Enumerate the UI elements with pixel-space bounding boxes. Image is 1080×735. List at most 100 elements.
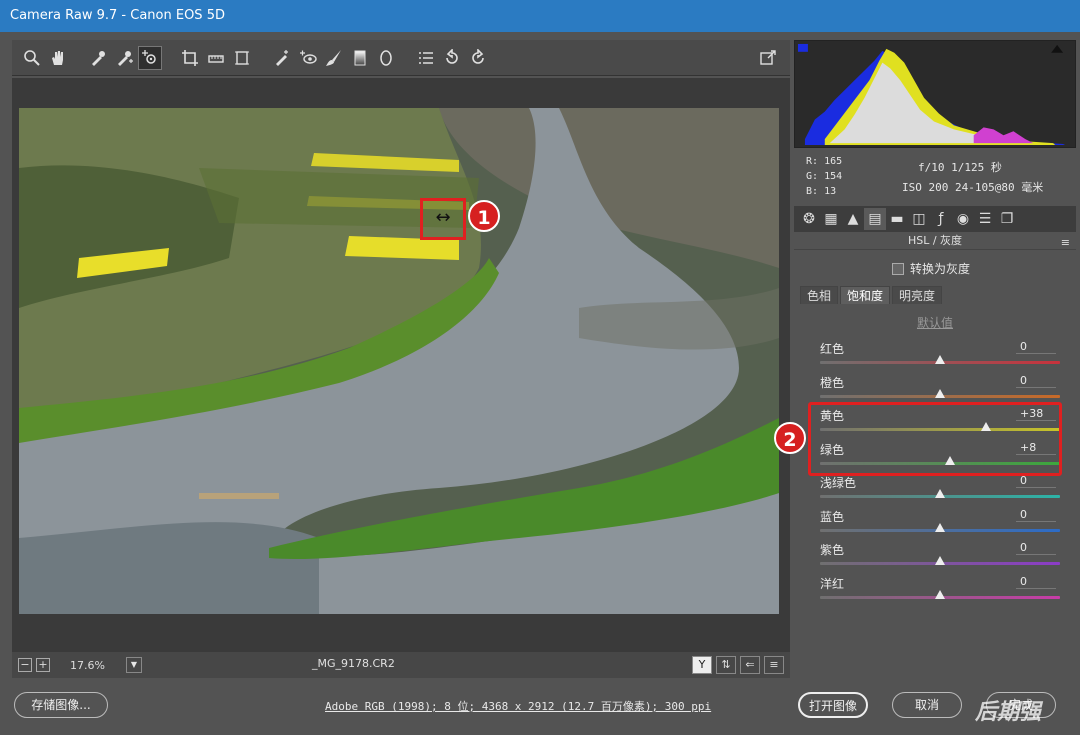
callout-2: 2 [774, 422, 806, 454]
copy-settings-icon[interactable]: ⇐ [740, 656, 760, 674]
slider-label: 蓝色 [820, 509, 845, 524]
slider-thumb[interactable] [935, 355, 945, 364]
slider-label: 紫色 [820, 543, 845, 557]
before-after-icon[interactable]: Y [692, 656, 712, 674]
tone-curve-tab-icon[interactable]: ▦ [820, 208, 842, 230]
preferences-list-icon[interactable] [414, 46, 438, 70]
dialog-footer: 存储图像... Adobe RGB (1998); 8 位; 4368 x 29… [0, 680, 1080, 735]
panel-tabs: ❂ ▦ ▲ ▤ ▬ ◫ ƒ ◉ ☰ ❐ [794, 206, 1076, 232]
slider-value-field[interactable]: 0 [1016, 575, 1056, 589]
zoom-in-button[interactable]: + [36, 658, 50, 672]
rotate-right-icon[interactable] [466, 46, 490, 70]
red-eye-removal-icon[interactable] [296, 46, 320, 70]
panel-title: HSL / 灰度 ≡ [794, 232, 1076, 250]
slider-row: 紫色 0 [820, 541, 1060, 575]
white-balance-tool-icon[interactable] [86, 46, 110, 70]
callout-1: 1 [468, 200, 500, 232]
adjustments-panel: R: 165 G: 154 B: 13 f/10 1/125 秒 ISO 200… [774, 40, 1078, 680]
tab-luminance[interactable]: 明亮度 [892, 286, 943, 304]
zoom-level: 17.6% [70, 658, 105, 672]
highlight-box-yellow-green [808, 402, 1062, 476]
split-toning-tab-icon[interactable]: ▬ [886, 208, 908, 230]
workflow-options-link[interactable]: Adobe RGB (1998); 8 位; 4368 x 2912 (12.7… [325, 698, 711, 714]
hsl-tab-icon[interactable]: ▤ [864, 208, 886, 230]
transform-tool-icon[interactable] [230, 46, 254, 70]
panel-title-text: HSL / 灰度 [907, 234, 963, 247]
histogram [794, 40, 1076, 148]
crop-tool-icon[interactable] [178, 46, 202, 70]
horizontal-resize-cursor-icon: ↔ [435, 207, 451, 228]
slider-label: 洋红 [820, 576, 845, 591]
panel-menu-icon[interactable]: ≡ [1061, 234, 1070, 252]
open-image-button[interactable]: 打开图像 [798, 692, 868, 718]
toggle-defaults-icon[interactable]: ≡ [764, 656, 784, 674]
targeted-adjustment-tool-icon[interactable] [138, 45, 162, 70]
snapshots-tab-icon[interactable]: ❐ [996, 208, 1018, 230]
slider-thumb[interactable] [935, 489, 945, 498]
convert-grayscale-row[interactable]: 转换为灰度 [892, 260, 970, 277]
toggle-fullscreen-icon[interactable] [756, 46, 780, 70]
slider-value-field[interactable]: 0 [1016, 374, 1056, 388]
color-sampler-icon[interactable] [112, 46, 136, 70]
iso-lens-info: ISO 200 24-105@80 毫米 [902, 181, 1044, 194]
rotate-left-icon[interactable] [440, 46, 464, 70]
default-link[interactable]: 默认值 [792, 314, 1078, 331]
camera-info: f/10 1/125 秒 ISO 200 24-105@80 毫米 [902, 158, 1043, 198]
file-name: _MG_9178.CR2 [312, 657, 395, 670]
slider-thumb[interactable] [935, 589, 945, 599]
watermark-logo: 后期强 [975, 700, 1042, 725]
window-title: Camera Raw 9.7 - Canon EOS 5D [0, 0, 1080, 32]
slider-thumb[interactable] [935, 388, 945, 398]
zoom-dropdown-chevron-icon[interactable]: ▼ [126, 657, 142, 673]
exposure-info: f/10 1/125 秒 [918, 161, 1002, 174]
tab-hue[interactable]: 色相 [800, 286, 839, 304]
b-label: B: [806, 186, 819, 197]
graduated-filter-icon[interactable] [348, 46, 372, 70]
r-label: R: [806, 156, 819, 167]
straighten-tool-icon[interactable] [204, 46, 228, 70]
slider-value-field[interactable]: 0 [1016, 340, 1056, 354]
lens-corrections-tab-icon[interactable]: ◫ [908, 208, 930, 230]
effects-tab-icon[interactable]: ƒ [930, 208, 952, 230]
slider-label: 浅绿色 [820, 476, 857, 490]
g-value: 154 [824, 171, 843, 182]
zoom-out-button[interactable]: − [18, 658, 32, 672]
slider-row: 红色 0 [820, 340, 1060, 374]
tab-saturation[interactable]: 饱和度 [840, 286, 891, 304]
swap-settings-icon[interactable]: ⇅ [716, 656, 736, 674]
r-value: 165 [824, 156, 843, 167]
detail-tab-icon[interactable]: ▲ [842, 208, 864, 230]
slider-value-field[interactable]: 0 [1016, 474, 1056, 488]
slider-value-field[interactable]: 0 [1016, 541, 1056, 555]
slider-thumb[interactable] [935, 522, 945, 532]
g-label: G: [806, 171, 819, 182]
slider-label: 红色 [820, 342, 845, 356]
convert-grayscale-label: 转换为灰度 [910, 262, 971, 276]
presets-tab-icon[interactable]: ☰ [974, 208, 996, 230]
hand-tool-icon[interactable] [46, 46, 70, 70]
save-image-button[interactable]: 存储图像... [14, 692, 108, 718]
adjustment-brush-icon[interactable] [322, 46, 346, 70]
zoom-tool-icon[interactable] [20, 46, 44, 70]
slider-row: 洋红 0 [820, 575, 1060, 609]
b-value: 13 [824, 186, 837, 197]
slider-row: 蓝色 0 [820, 508, 1060, 542]
image-preview-area: ↔ 1 ⚠ [12, 78, 790, 679]
photo-preview[interactable] [19, 108, 779, 614]
radial-filter-icon[interactable] [374, 46, 398, 70]
slider-label: 橙色 [820, 375, 845, 390]
slider-row: 浅绿色 0 [820, 474, 1060, 508]
hsl-subtabs: 色相 饱和度 明亮度 [800, 286, 944, 304]
basic-tab-icon[interactable]: ❂ [798, 208, 820, 230]
slider-value-field[interactable]: 0 [1016, 508, 1056, 522]
convert-grayscale-checkbox[interactable] [892, 262, 904, 275]
camera-raw-dialog: ↔ 1 ⚠ − + 17.6% ▼ _MG_9178.CR2 Y ⇅ ⇐ ≡ [10, 40, 1078, 680]
image-metadata: R: 165 G: 154 B: 13 f/10 1/125 秒 ISO 200… [794, 150, 1076, 202]
spot-removal-icon[interactable] [270, 46, 294, 70]
rgb-readout: R: 165 G: 154 B: 13 [806, 154, 842, 199]
slider-thumb[interactable] [935, 556, 945, 565]
camera-calibration-tab-icon[interactable]: ◉ [952, 208, 974, 230]
toolbar [12, 40, 790, 76]
preview-status-bar: − + 17.6% ▼ _MG_9178.CR2 Y ⇅ ⇐ ≡ [12, 652, 790, 678]
cancel-button[interactable]: 取消 [892, 692, 962, 718]
